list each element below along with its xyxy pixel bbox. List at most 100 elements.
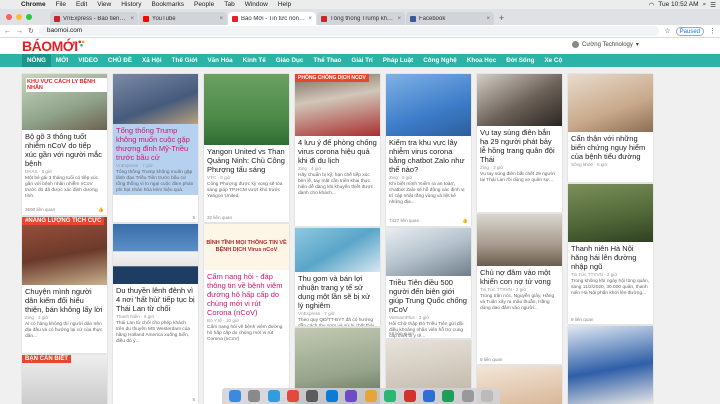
article-title[interactable]: Tổng thống Trump không muốn cuộc gặp thư… [113,124,198,162]
nav-sports[interactable]: Thể Thao [308,54,346,67]
news-card[interactable]: Thanh niên Hà Nội hăng hái lên đường nhậ… [568,184,653,324]
wifi-icon[interactable]: ◠ [649,1,655,9]
article-title[interactable]: Kiểm tra khu vực lây nhiễm virus corona … [386,136,471,174]
article-title[interactable]: Cẩn thận với những biến chứng nguy hiểm … [568,132,653,161]
menu-list-icon[interactable]: ☰ [710,1,716,9]
tab-facebook[interactable]: Facebook × [406,12,494,25]
nav-vehicles[interactable]: Xe Cộ [539,54,567,67]
star-icon[interactable]: ☆ [664,27,670,35]
like-count[interactable]: 5 [192,215,195,220]
like-count[interactable]: 5 [192,397,195,402]
like-icon[interactable]: 👍 [98,207,104,213]
search-icon[interactable]: ⌕ [703,1,707,9]
menu-file[interactable]: File [51,1,71,8]
system-preferences-icon[interactable] [461,390,474,402]
news-card[interactable]: Cẩn thận với những biến chứng nguy hiểm … [568,74,653,182]
related-count[interactable]: 9 liên quan [571,317,593,322]
news-card[interactable]: Yangon United vs Than Quảng Ninh: Chủ Cô… [204,74,289,222]
new-tab-button[interactable]: + [495,12,508,25]
visual-studio-icon[interactable] [345,390,358,402]
news-card[interactable]: Chủ nợ đâm vào một khiến con nợ tử vong … [477,214,562,364]
menu-window[interactable]: Window [240,1,273,8]
news-card[interactable]: Du thuyền lênh đênh vì 4 nơi 'hất hủi' t… [113,224,198,404]
close-tab-icon[interactable]: × [397,16,401,22]
nav-video[interactable]: VIDEO [73,54,103,67]
photo-app-icon[interactable] [403,390,416,402]
tab-youtube[interactable]: YouTube × [139,12,227,25]
tab-vnexpress[interactable]: VnExpress - Báo tiếng Việt nhiề× [50,12,138,25]
user-menu[interactable]: Cường Technology ▾ [572,41,639,48]
article-title[interactable]: Yangon United vs Than Quảng Ninh: Chủ Cô… [204,145,289,174]
nav-culture[interactable]: Văn Hóa [202,54,237,67]
launchpad-icon[interactable] [248,390,261,402]
need-to-know-badge[interactable]: BẠN CẦN BIẾT [22,355,71,363]
zoom-window-button[interactable] [26,14,32,20]
nav-law[interactable]: Pháp Luật [378,54,418,67]
nav-world[interactable]: Thế Giới [167,54,203,67]
nav-science[interactable]: Khoa Học [462,54,501,67]
nav-economy[interactable]: Kinh Tế [238,54,271,67]
excel-icon[interactable] [442,390,455,402]
menu-help[interactable]: Help [273,1,296,8]
like-icon[interactable]: 👍 [462,218,468,224]
site-logo[interactable]: BÁOMỚI [22,38,85,54]
nav-education[interactable]: Giáo Dục [271,54,309,67]
close-tab-icon[interactable]: × [219,16,223,22]
article-title[interactable]: 4 lưu ý để phòng chống virus corona hiệu… [295,136,380,165]
reload-icon[interactable]: ↻ [28,27,34,35]
nav-new[interactable]: MỚI [51,54,73,67]
related-count[interactable]: 32 liên quan [207,215,232,220]
close-tab-icon[interactable]: × [486,16,490,22]
news-card[interactable]: Vụ tay súng điên bắn hạ 29 người phát bả… [477,74,562,212]
close-window-button[interactable] [6,14,12,20]
related-count[interactable]: 5 liên quan [480,357,502,362]
menu-app[interactable]: Chrome [16,1,51,8]
related-count[interactable]: 3690 liên quan [25,207,55,213]
word-icon[interactable] [422,390,435,402]
nav-hot[interactable]: NÓNG [22,54,51,67]
nav-society[interactable]: Xã Hội [137,54,167,67]
positive-energy-badge[interactable]: #NĂNG LƯỢNG TÍCH CỰC [22,217,105,225]
more-menu-icon[interactable]: ⋮ [709,27,716,35]
news-card[interactable] [568,326,653,404]
article-title[interactable]: Chuyện mình người dân kiếm đối hiểu thiệ… [22,285,107,314]
nav-entertainment[interactable]: Giải Trí [346,54,377,67]
nav-life[interactable]: Đời Sống [501,54,539,67]
article-title[interactable]: Triều Tiên điều 500 người đến biên giới … [386,276,471,314]
safari-icon[interactable] [267,390,280,402]
article-title[interactable]: Thu gom và bán lợi nhuận trang y tế sử d… [295,272,380,310]
article-title[interactable]: Vụ tay súng điên bắn hạ 29 người phát bả… [477,126,562,164]
menu-tab[interactable]: Tab [219,1,239,8]
clock[interactable]: Tue 10:52 AM [658,1,698,8]
news-card[interactable]: #NĂNG LƯỢNG TÍCH CỰC Chuyện mình người d… [22,217,107,353]
menu-edit[interactable]: Edit [71,1,92,8]
news-card[interactable]: PHÒNG CHỐNG DỊCH NCOV 4 lưu ý để phòng c… [295,74,380,226]
minimize-window-button[interactable] [16,14,22,20]
news-card[interactable]: Triều Tiên điều 500 người đến biên giới … [386,228,471,338]
nav-topics[interactable]: CHỦ ĐỀ [103,54,137,67]
tab-baomoi[interactable]: Báo Mới - Tin tức nóng nhất, t× [228,12,316,25]
notes-icon[interactable] [364,390,377,402]
article-title[interactable]: Bộ gõ 3 thông tuốt nhiễm nCoV do tiếp xú… [22,130,107,168]
menu-people[interactable]: People [189,1,219,8]
news-card[interactable]: KHU VỰC CÁCH LY BỆNH NHÂN Bộ gõ 3 thông … [22,74,107,215]
menu-view[interactable]: View [92,1,116,8]
epidemic-badge[interactable]: PHÒNG CHỐNG DỊCH NCOV [295,74,369,82]
article-title[interactable]: Du thuyền lênh đênh vì 4 nơi 'hất hủi' t… [113,284,198,313]
article-title[interactable]: Cẩm nang hỏi - đáp thông tin về bệnh viê… [204,270,289,317]
news-card[interactable]: Tổng thống Trump không muốn cuộc gặp thư… [113,74,198,222]
menu-bookmarks[interactable]: Bookmarks [146,1,189,8]
related-count[interactable]: 7427 liên quan [389,218,419,224]
tab-trump-article[interactable]: Tổng thống Trump không muốn× [317,12,405,25]
news-card[interactable]: Kiểm tra khu vực lây nhiễm virus corona … [386,74,471,226]
url-input[interactable]: baomoi.com [38,26,660,36]
news-card[interactable]: BÌNH TĨNH MỌI THÔNG TIN VỀ BỆNH DỊCH Vir… [204,224,289,404]
messages-icon[interactable] [384,390,397,402]
chrome-icon[interactable] [286,390,299,402]
terminal-icon[interactable] [306,390,319,402]
article-title[interactable]: Chủ nợ đâm vào một khiến con nợ tử vong [477,266,562,286]
nav-tech[interactable]: Công Nghệ [418,54,462,67]
close-tab-icon[interactable]: × [130,16,134,22]
close-tab-icon[interactable]: × [308,16,312,22]
related-count[interactable]: 63 liên quan [389,331,414,336]
